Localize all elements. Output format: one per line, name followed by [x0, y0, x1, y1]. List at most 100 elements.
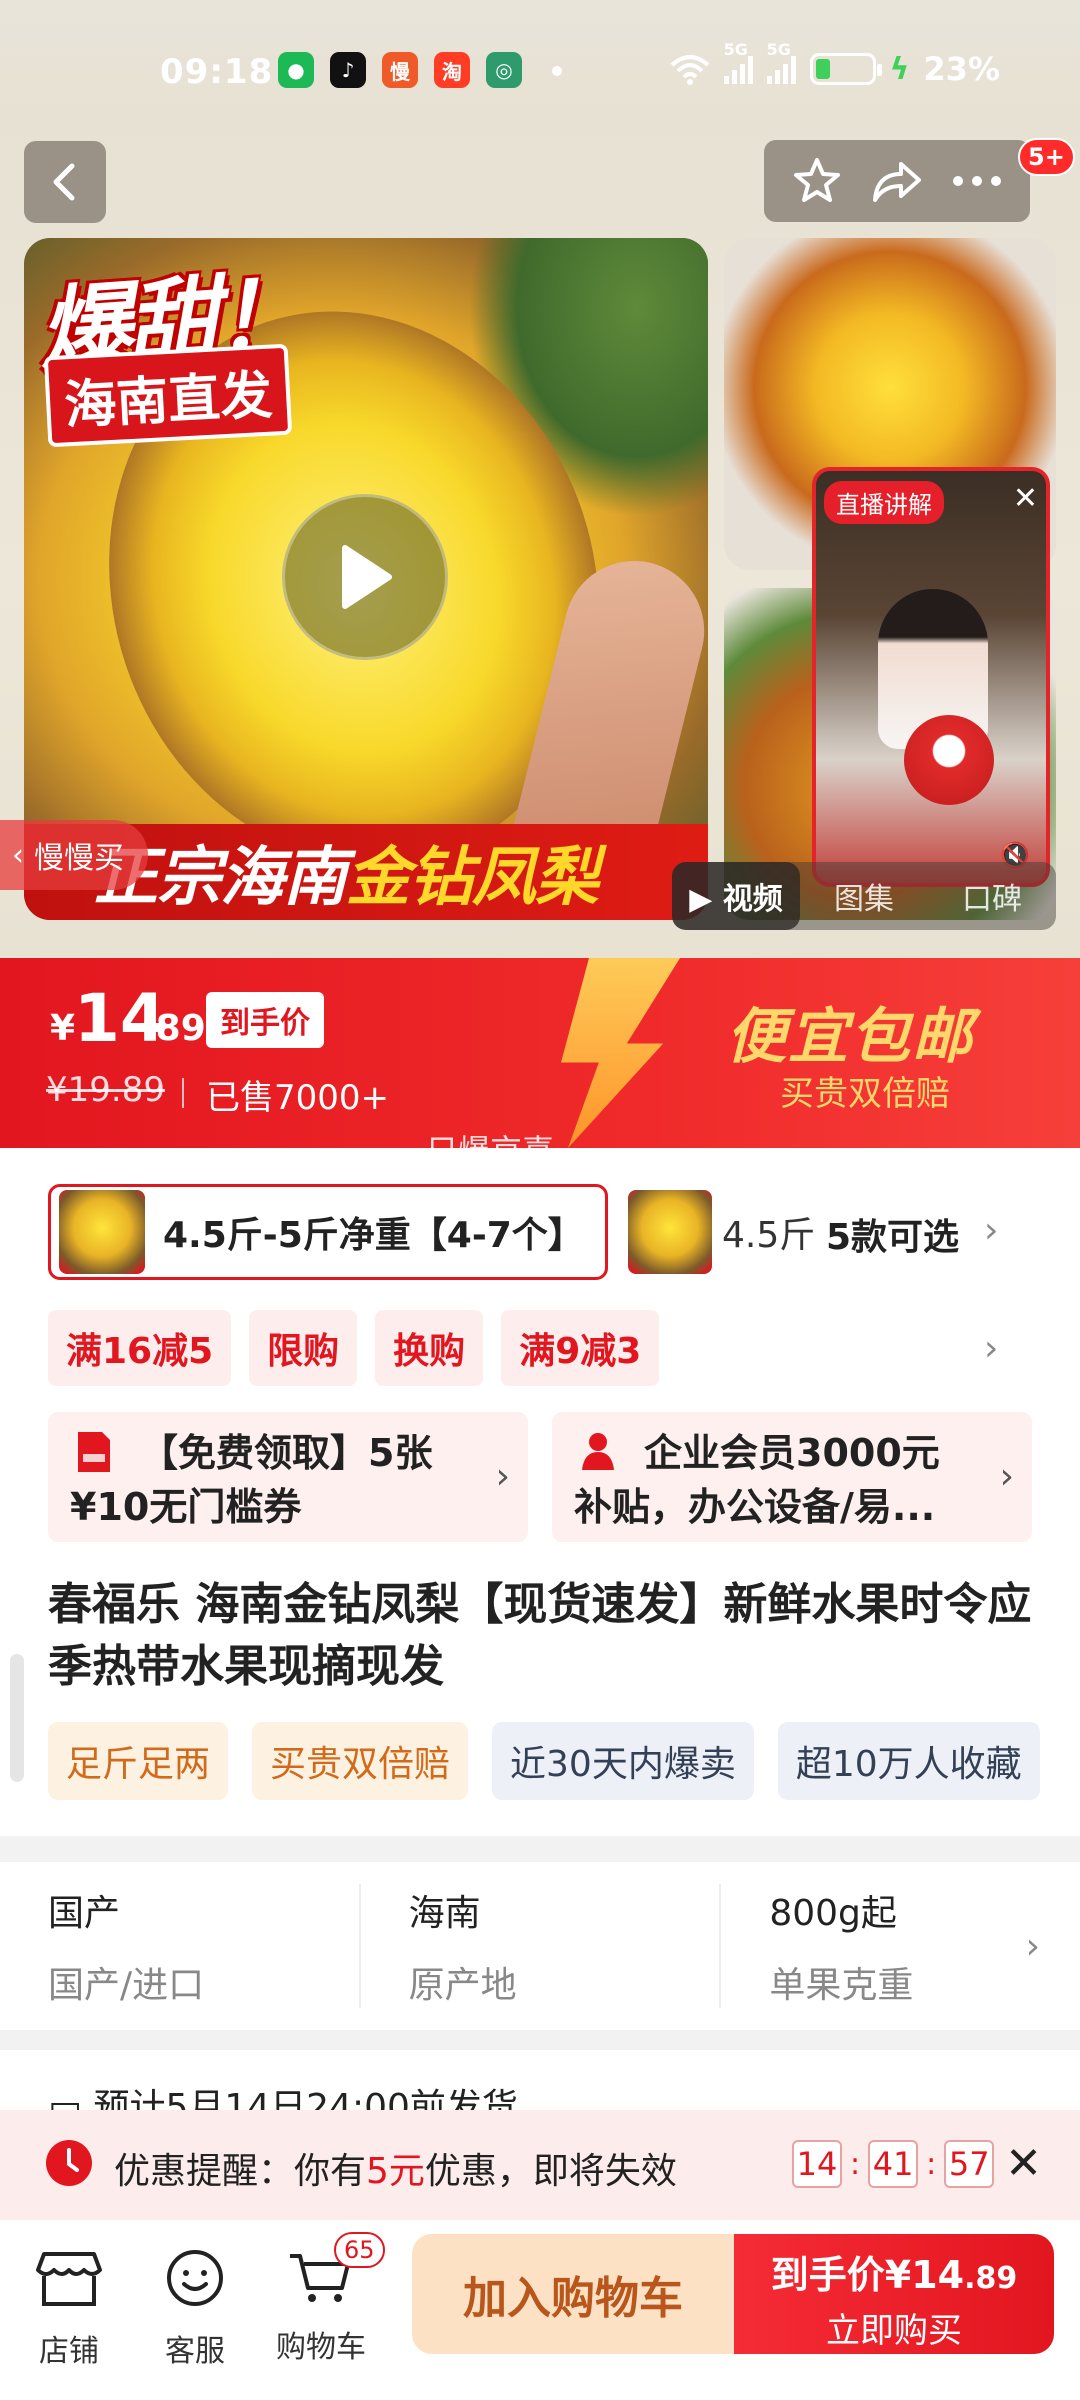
play-video-button[interactable] [282, 494, 448, 660]
person-icon [582, 1433, 614, 1470]
chevron-right-icon[interactable]: › [984, 1210, 998, 1251]
cart-button[interactable]: 65 购物车 [266, 2232, 385, 2366]
buy-price-decimal: .89 [964, 2261, 1018, 2296]
tag-chip: 足斤足两 [48, 1722, 229, 1800]
free-coupon-card[interactable]: 【免费领取】5张 ¥10无门槛券 › [48, 1412, 528, 1542]
bottom-action-bar: 店铺 客服 65 购物车 加入购物车 到手价¥14.89 立即购买 [0, 2220, 1080, 2400]
shipping-text: 预计5月14日24:00前发货 [93, 2087, 518, 2110]
slow-buy-label: 慢慢买 [34, 841, 124, 876]
original-price: ¥19.89 [46, 1070, 165, 1110]
tab-reviews[interactable]: 口碑 [928, 874, 1056, 918]
cart-count-badge: 65 [334, 2232, 385, 2268]
store-button[interactable]: 店铺 [14, 2248, 124, 2370]
tab-gallery[interactable]: 图集 [800, 874, 928, 918]
countdown-timer: 14 : 41 : 57 [792, 2140, 995, 2188]
status-app-icons: ● ♪ 慢 淘 ◎ [278, 52, 522, 88]
price-decimal: .89 [142, 1008, 206, 1049]
more-icon[interactable] [952, 175, 1002, 187]
share-icon[interactable] [871, 158, 923, 204]
chevron-left-icon: ‹ [12, 837, 24, 873]
battery-level: 23% [923, 50, 1000, 88]
customer-service-button[interactable]: 客服 [140, 2248, 250, 2370]
coupon-chip[interactable]: 满9减3 [501, 1310, 660, 1386]
promo-subline: 买贵双倍赔 [780, 1074, 950, 1114]
chevron-right-icon[interactable]: › [984, 1328, 998, 1369]
play-icon [342, 545, 392, 609]
spec-label: 原产地 [408, 1965, 517, 2006]
sku-count[interactable]: 5款可选 [822, 1208, 960, 1260]
nav-actions [764, 140, 1030, 222]
slow-buy-app-icon: 慢 [382, 52, 418, 88]
cart-label: 购物车 [276, 2330, 366, 2365]
timer-separator: : [926, 2146, 937, 2182]
cart-icon-wrap: 65 [286, 2232, 385, 2308]
taobao-app-icon: 淘 [434, 52, 470, 88]
tab-video[interactable]: ▶ 视频 [672, 862, 800, 930]
perk-line: ¥10无门槛券 [70, 1485, 302, 1529]
tiktok-app-icon: ♪ [330, 52, 366, 88]
star-icon[interactable] [792, 156, 842, 206]
price-banner: ¥ 14 .89 到手价 ¥19.89 已售7000+ 便宜包邮 买贵双倍赔 只… [0, 958, 1080, 1148]
spec-value: 海南 [408, 1893, 481, 1934]
notification-dot-icon [552, 66, 562, 76]
chevron-right-icon: › [1025, 1926, 1040, 1967]
main-product-image[interactable]: 爆甜！ 海南直发 正宗海南 金钻凤梨 [24, 238, 708, 920]
coupon-chip[interactable]: 换购 [375, 1310, 484, 1386]
wifi-icon [670, 55, 709, 85]
discount-reminder: 优惠提醒：你有5元优惠，即将失效 14 : 41 : 57 ✕ [0, 2110, 1080, 2220]
price-currency: ¥ [50, 1008, 76, 1049]
reminder-amount: 5元 [366, 2151, 425, 2192]
add-to-cart-button[interactable]: 加入购物车 [412, 2234, 734, 2354]
final-price-tag: 到手价 [206, 992, 324, 1048]
buy-price: 到手价¥14.89 [734, 2244, 1054, 2299]
close-icon[interactable]: ✕ [1013, 481, 1038, 516]
coupon-chip[interactable]: 限购 [249, 1310, 358, 1386]
perk-line: 【免费领取】5张 [140, 1431, 433, 1475]
shipping-row[interactable]: ▭ 预计5月14日24:00前发货 [0, 2050, 1080, 2110]
shipping-estimate: ▭ 预计5月14日24:00前发货 [48, 2078, 518, 2110]
more-badge: 5+ [1018, 138, 1075, 176]
slow-buy-back-button[interactable]: ‹ 慢慢买 [0, 820, 148, 890]
reminder-suffix: 优惠，即将失效 [424, 2151, 677, 2192]
chevron-right-icon: › [495, 1456, 510, 1497]
product-media-section: 09:18 ● ♪ 慢 淘 ◎ 5G 5G ϟ 23% 爆甜！ 海南直发 正宗海… [0, 0, 1080, 958]
spec-row[interactable]: 国产 国产/进口 海南 原产地 800g起 单果克重 › [0, 1862, 1080, 2030]
coupon-list: 满16减5 限购 换购 满9减3 [48, 1310, 660, 1386]
live-tag: 直播讲解 [824, 481, 944, 524]
clock-icon [46, 2140, 92, 2186]
tag-chip: 买贵双倍赔 [252, 1722, 469, 1800]
signal-5g-icon: 5G [723, 40, 753, 84]
brand-watermark: 只爆京喜 [426, 1126, 554, 1148]
tag-list: 足斤足两 买贵双倍赔 近30天内爆卖 超10万人收藏 [48, 1722, 1040, 1800]
sku-selected[interactable]: 4.5斤-5斤净重【4-7个】 [48, 1184, 608, 1280]
strip-title-yellow: 金钻凤梨 [346, 841, 599, 915]
close-icon[interactable]: ✕ [1005, 2138, 1042, 2189]
scroll-indicator [10, 1654, 24, 1782]
lightning-decor [561, 958, 680, 1148]
back-button[interactable] [24, 141, 106, 223]
live-stream-window[interactable]: 直播讲解 ✕ 🔇 [812, 467, 1050, 887]
mascot-image [904, 715, 994, 805]
sku-label: 4.5斤-5斤净重【4-7个】 [163, 1215, 584, 1256]
sku-option[interactable]: 4.5斤 [628, 1184, 815, 1280]
sticker-subline: 海南直发 [43, 343, 293, 448]
spec-origin-type: 国产 国产/进口 [0, 1884, 359, 2008]
status-bar: 09:18 ● ♪ 慢 淘 ◎ 5G 5G ϟ 23% [0, 0, 1080, 140]
enterprise-perk-card[interactable]: 企业会员3000元 补贴，办公设备/易... › [552, 1412, 1032, 1542]
spec-origin-place: 海南 原产地 [358, 1884, 720, 2008]
coupon-chip[interactable]: 满16减5 [48, 1310, 232, 1386]
timer-separator: : [850, 2146, 861, 2182]
signal-5g-icon: 5G [766, 40, 796, 84]
sku-thumbnail [628, 1190, 712, 1274]
tag-chip: 近30天内爆卖 [492, 1722, 754, 1800]
charging-icon: ϟ [889, 51, 910, 87]
spec-value: 国产 [48, 1893, 121, 1934]
buy-now-button[interactable]: 到手价¥14.89 立即购买 [734, 2234, 1054, 2354]
chevron-left-icon [53, 163, 75, 201]
service-icon [167, 2250, 223, 2306]
timer-seconds: 57 [944, 2140, 995, 2188]
messaging-app-icon: ● [278, 52, 314, 88]
service-label: 客服 [165, 2334, 225, 2369]
sku-thumbnail [59, 1190, 145, 1274]
buy-price-main: 到手价¥14 [770, 2253, 965, 2297]
